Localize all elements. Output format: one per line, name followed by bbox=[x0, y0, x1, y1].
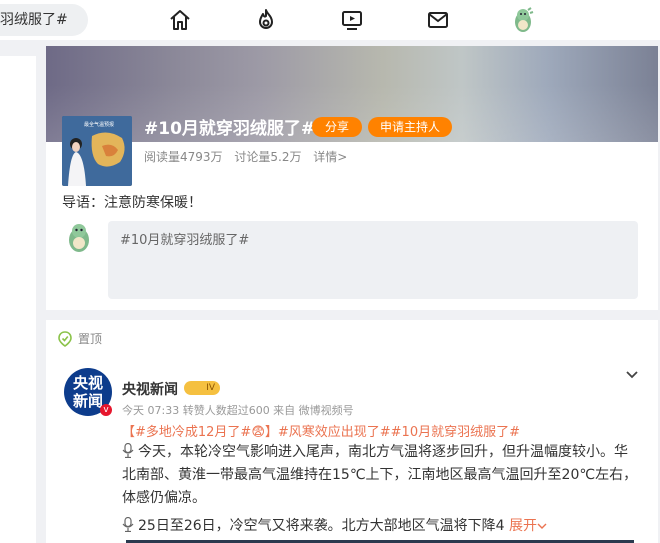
logo-line1: 央视 bbox=[72, 374, 103, 392]
post-body-paragraph: 今天，本轮冷空气影响进入尾声，南北方气温将逐步回升，但升温幅度较小。华北南部、黄… bbox=[122, 441, 640, 510]
level-badge: IV bbox=[184, 381, 220, 395]
author-name[interactable]: 央视新闻 bbox=[122, 379, 178, 399]
topic-stats: 阅读量4793万 讨论量5.2万 详情> bbox=[144, 148, 355, 165]
read-count: 阅读量4793万 bbox=[144, 150, 223, 164]
expand-link[interactable]: 展开 bbox=[509, 518, 547, 534]
chevron-down-icon[interactable] bbox=[624, 366, 640, 382]
search-input[interactable]: 羽绒服了# bbox=[0, 4, 88, 36]
top-nav-bar: 羽绒服了# bbox=[0, 0, 660, 40]
post-card: 置顶 央视 新闻 v 央视新闻 IV 今天 07:33 转赞人数超过600 来自… bbox=[46, 320, 658, 543]
topic-cover-image: 最全气温预报 bbox=[62, 116, 132, 186]
composer-avatar bbox=[69, 224, 89, 252]
verified-badge: v bbox=[100, 404, 112, 416]
user-avatar[interactable] bbox=[510, 6, 536, 34]
discussion-count: 讨论量5.2万 bbox=[234, 150, 302, 164]
weather-map-illustration: 最全气温预报 bbox=[62, 116, 132, 186]
expand-label: 展开 bbox=[509, 518, 537, 534]
post-meta: 今天 07:33 转赞人数超过600 来自 微博视频号 bbox=[122, 404, 354, 417]
topic-title: #10月就穿羽绒服了# bbox=[144, 119, 316, 139]
post-hashtags[interactable]: 【#多地冷成12月了#😨】#风寒效应出现了##10月就穿羽绒服了# bbox=[122, 421, 520, 440]
apply-host-button[interactable]: 申请主持人 bbox=[368, 117, 452, 137]
post-body-paragraph-2: 25日至26日，冷空气又将来袭。北方大部地区气温将下降4 展开 bbox=[122, 515, 640, 538]
pinned-label: 置顶 bbox=[78, 332, 103, 346]
microphone-icon bbox=[122, 517, 134, 532]
post-body-text-2: 25日至26日，冷空气又将来袭。北方大部地区气温将下降4 bbox=[138, 518, 505, 534]
microphone-icon bbox=[122, 443, 134, 458]
post-body-text: 今天，本轮冷空气影响进入尾声，南北方气温将逐步回升，但升温幅度较小。华北南部、黄… bbox=[122, 444, 638, 506]
pinned-row: 置顶 bbox=[58, 330, 102, 347]
left-sidebar bbox=[0, 56, 36, 543]
hot-icon[interactable] bbox=[254, 8, 278, 32]
mail-icon[interactable] bbox=[426, 8, 450, 32]
share-button[interactable]: 分享 bbox=[312, 117, 362, 137]
topic-guide: 导语：注意防寒保暖！ bbox=[62, 195, 202, 211]
pin-icon bbox=[58, 330, 72, 347]
topic-card: 最全气温预报 #10月就穿羽绒服了# 分享 申请主持人 阅读量4793万 讨论量… bbox=[46, 46, 658, 310]
chevron-down-icon bbox=[537, 523, 547, 529]
home-icon[interactable] bbox=[168, 8, 192, 32]
cover-caption: 最全气温预报 bbox=[84, 121, 114, 128]
details-link[interactable]: 详情> bbox=[313, 150, 347, 164]
video-icon[interactable] bbox=[340, 8, 364, 32]
compose-textarea[interactable]: #10月就穿羽绒服了# bbox=[108, 221, 638, 299]
